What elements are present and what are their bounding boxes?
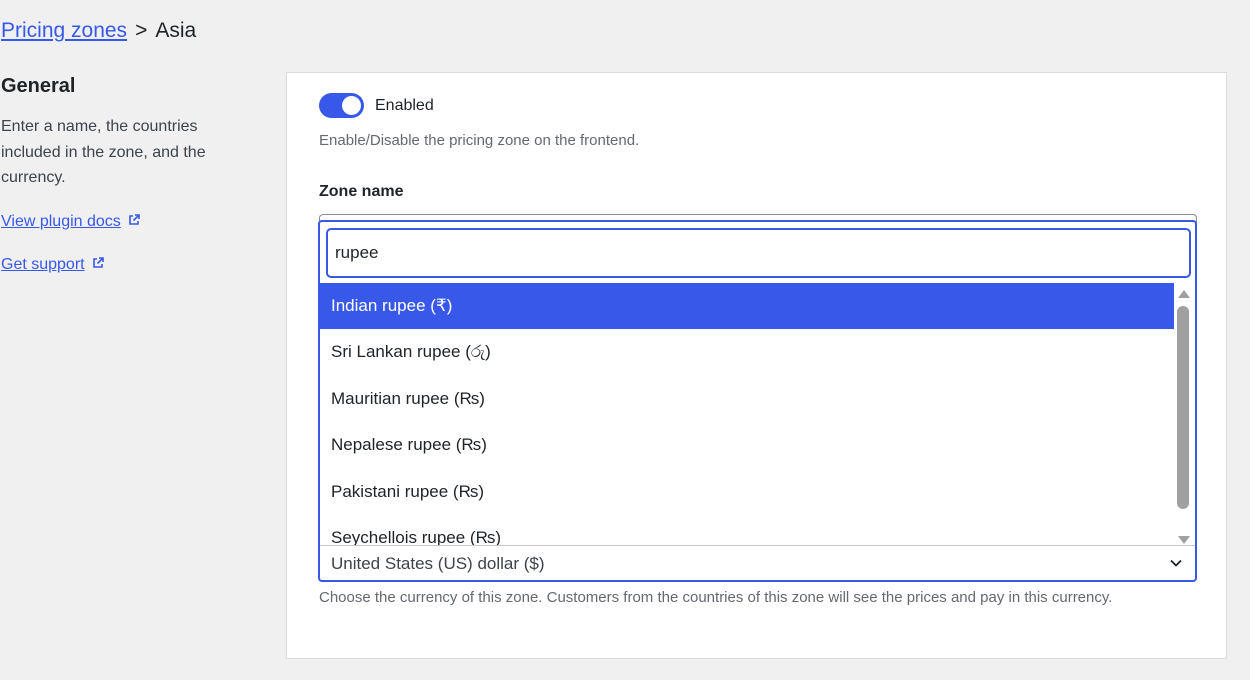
currency-select[interactable]: United States (US) dollar ($): [320, 545, 1195, 580]
get-support-label: Get support: [1, 255, 85, 273]
currency-option[interactable]: Pakistani rupee (₨): [320, 469, 1174, 515]
currency-option[interactable]: Nepalese rupee (₨): [320, 422, 1174, 468]
section-sidebar: General Enter a name, the countries incl…: [1, 72, 231, 276]
settings-card: Enabled Enable/Disable the pricing zone …: [286, 72, 1227, 659]
breadcrumb-current: Asia: [155, 19, 197, 42]
currency-option[interactable]: Seychellois rupee (₨): [320, 515, 1174, 545]
external-link-icon: [128, 213, 140, 225]
enabled-toggle[interactable]: [319, 93, 364, 118]
scrollbar-thumb[interactable]: [1177, 306, 1189, 509]
enabled-label: Enabled: [375, 96, 434, 114]
options-scrollbar[interactable]: [1176, 286, 1191, 544]
chevron-down-icon: [1170, 559, 1182, 567]
currency-help-text: Choose the currency of this zone. Custom…: [319, 589, 1113, 606]
view-plugin-docs-link[interactable]: View plugin docs: [1, 211, 231, 233]
section-title: General: [1, 75, 76, 97]
currency-dropdown[interactable]: Indian rupee (₹) Sri Lankan rupee (රු) M…: [318, 220, 1197, 582]
section-description: Enter a name, the countries included in …: [1, 118, 206, 186]
enabled-toggle-row: Enabled: [319, 93, 434, 118]
scroll-up-arrow-icon[interactable]: [1178, 290, 1190, 298]
currency-options-list: Indian rupee (₹) Sri Lankan rupee (රු) M…: [320, 283, 1174, 545]
get-support-link[interactable]: Get support: [1, 254, 231, 276]
currency-search-input[interactable]: [326, 228, 1191, 278]
view-plugin-docs-label: View plugin docs: [1, 212, 121, 230]
zone-name-label: Zone name: [319, 183, 404, 200]
breadcrumb: Pricing zones > Asia: [1, 16, 196, 46]
external-link-icon: [92, 256, 104, 268]
breadcrumb-parent-link[interactable]: Pricing zones: [1, 19, 127, 42]
currency-option[interactable]: Indian rupee (₹): [320, 283, 1174, 330]
breadcrumb-separator: >: [135, 19, 148, 42]
toggle-knob: [342, 96, 361, 115]
currency-option[interactable]: Mauritian rupee (₨): [320, 376, 1174, 422]
currency-option[interactable]: Sri Lankan rupee (රු): [320, 329, 1174, 375]
enabled-help-text: Enable/Disable the pricing zone on the f…: [319, 132, 640, 149]
scroll-down-arrow-icon[interactable]: [1178, 536, 1190, 544]
currency-selected-value: United States (US) dollar ($): [331, 554, 545, 573]
